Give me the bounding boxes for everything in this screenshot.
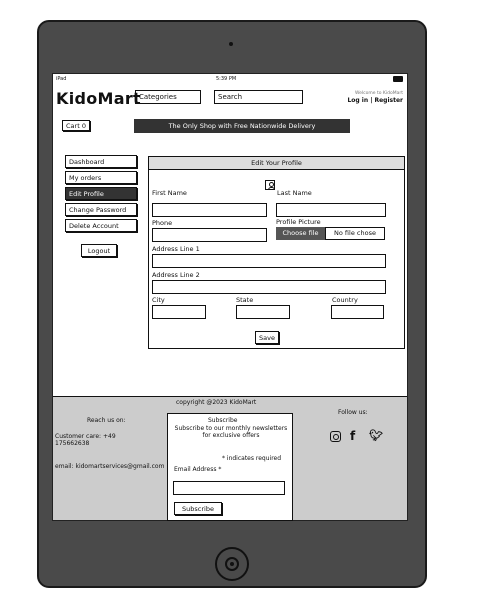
country-field[interactable] (331, 305, 384, 319)
panel-title: Edit Your Profile (149, 157, 404, 170)
logout-button[interactable]: Logout (81, 244, 117, 257)
country-label: Country (332, 296, 358, 304)
subscribe-description: Subscribe to our monthly newsletters for… (174, 425, 288, 439)
categories-dropdown[interactable]: Categories (135, 90, 201, 104)
status-bar: iPad 5:39 PM (53, 74, 407, 84)
device-label: iPad (56, 76, 67, 82)
battery-icon (393, 76, 403, 82)
camera-dot (229, 42, 233, 46)
city-label: City (152, 296, 165, 304)
choose-file-button[interactable]: Choose file (276, 227, 325, 240)
login-register-link[interactable]: Log in | Register (347, 97, 403, 104)
last-name-field[interactable] (276, 203, 386, 217)
state-field[interactable] (236, 305, 290, 319)
address1-field[interactable] (152, 254, 386, 268)
search-input[interactable]: Search (214, 90, 303, 104)
email-address-label: Email Address * (174, 466, 222, 473)
address2-label: Address Line 2 (152, 271, 200, 279)
address1-label: Address Line 1 (152, 245, 200, 253)
delivery-banner: The Only Shop with Free Nationwide Deliv… (134, 119, 350, 133)
sidebar-item-edit-profile[interactable]: Edit Profile (65, 187, 137, 200)
home-button[interactable] (215, 547, 249, 581)
first-name-field[interactable] (152, 203, 267, 217)
last-name-label: Last Name (277, 189, 312, 197)
logo[interactable]: KidoMart (56, 89, 141, 108)
phone-field[interactable] (152, 228, 267, 242)
address2-field[interactable] (152, 280, 386, 294)
facebook-icon[interactable]: f (350, 429, 355, 443)
welcome-text: Welcome to KidoMart (354, 91, 403, 96)
subscribe-button[interactable]: Subscribe (174, 502, 222, 515)
file-name-display: No file chose (325, 227, 385, 240)
profile-icon (265, 180, 275, 190)
save-button[interactable]: Save (255, 331, 279, 344)
home-icon (225, 557, 239, 571)
email-text: email: kidomartservices@gmail.com (55, 463, 165, 470)
city-field[interactable] (152, 305, 206, 319)
follow-us-heading: Follow us: (338, 409, 368, 416)
status-time: 5:39 PM (216, 76, 237, 82)
sidebar-item-dashboard[interactable]: Dashboard (65, 155, 137, 168)
cart-button[interactable]: Cart 0 (62, 120, 90, 131)
sidebar-item-my-orders[interactable]: My orders (65, 171, 137, 184)
required-note: * indicates required (222, 455, 282, 462)
copyright-text: copyright @2023 KidoMart (176, 399, 257, 406)
first-name-label: First Name (152, 189, 187, 197)
newsletter-email-input[interactable] (173, 481, 285, 495)
twitter-icon[interactable]: 🐦︎ (369, 429, 383, 442)
reach-us-heading: Reach us on: (87, 417, 126, 424)
state-label: State (236, 296, 254, 304)
subscribe-title: Subscribe (208, 417, 238, 424)
customer-care-text: Customer care: +49 175662638 (55, 433, 116, 447)
instagram-icon[interactable] (330, 431, 341, 442)
phone-label: Phone (152, 219, 173, 227)
sidebar-item-change-password[interactable]: Change Password (65, 203, 137, 216)
sidebar-item-delete-account[interactable]: Delete Account (65, 219, 137, 232)
profile-picture-label: Profile Picture (276, 218, 321, 226)
